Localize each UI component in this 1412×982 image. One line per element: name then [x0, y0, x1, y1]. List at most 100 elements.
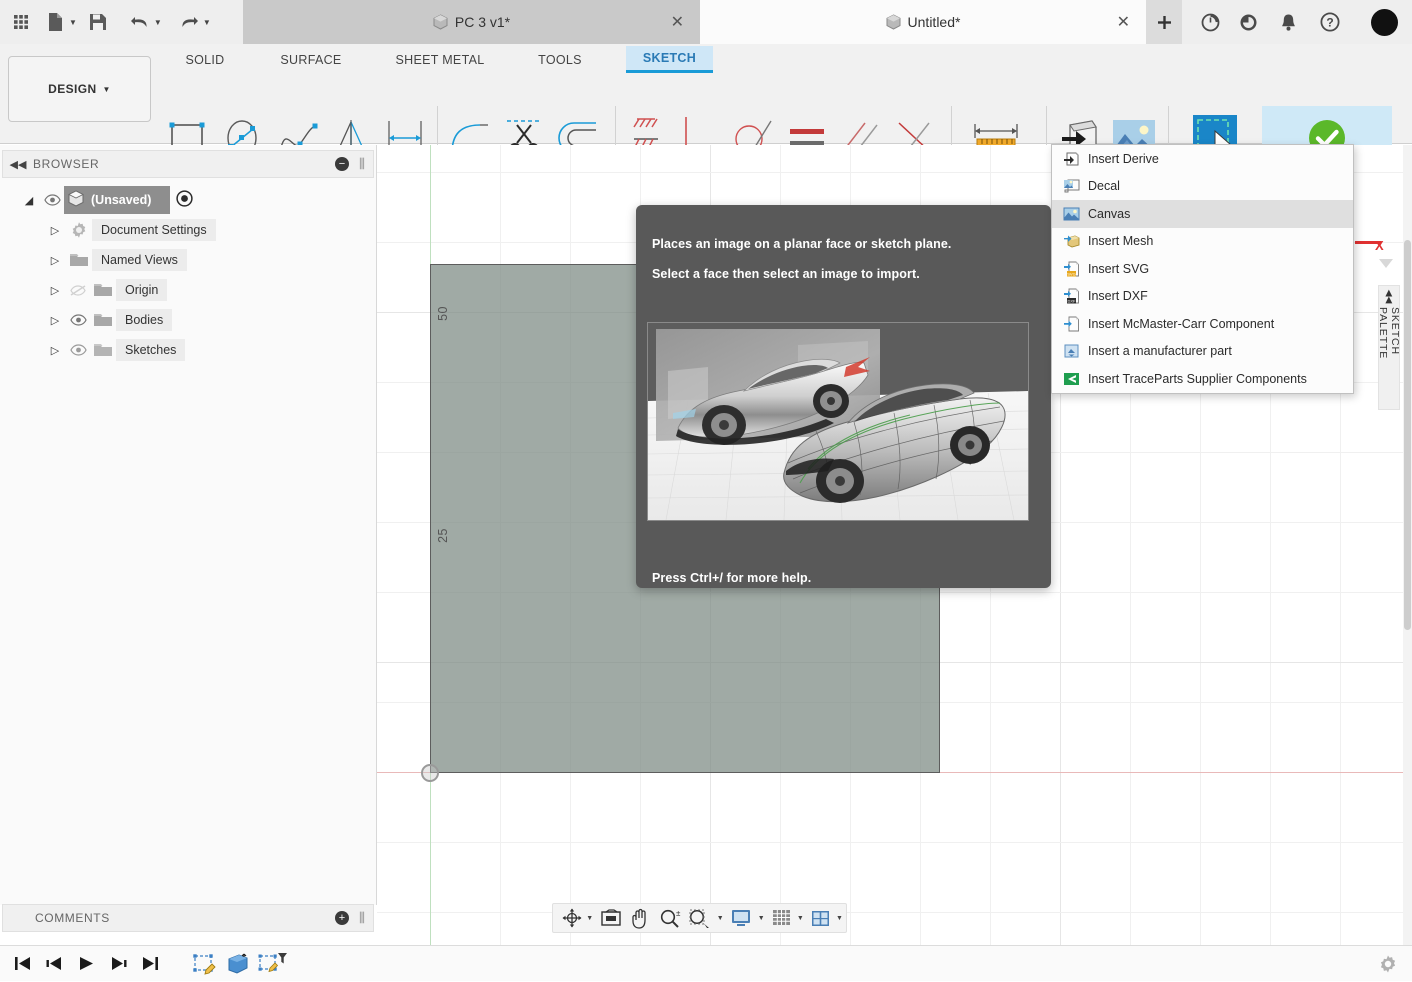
menu-item-insert-traceparts[interactable]: Insert TraceParts Supplier Components [1052, 365, 1353, 393]
expand-arrow-icon[interactable]: ▷ [44, 344, 66, 357]
help-icon[interactable]: ? [1310, 0, 1350, 44]
display-settings-icon[interactable] [727, 903, 756, 933]
sketch-origin-point[interactable] [421, 764, 439, 782]
visibility-eye-icon[interactable] [66, 314, 90, 326]
expand-arrow-icon[interactable]: ▷ [44, 314, 66, 327]
browser-item-document-settings[interactable]: ▷ Document Settings [44, 215, 216, 245]
browser-item-root[interactable]: ◢ (Unsaved) [18, 185, 194, 215]
redo-icon[interactable] [172, 0, 206, 44]
tab-sketch[interactable]: SKETCH [626, 46, 713, 73]
insert-dropdown-menu[interactable]: Insert Derive Decal Canvas Insert Mesh S… [1051, 144, 1354, 394]
grid-snap-caret-icon[interactable]: ▼ [797, 915, 804, 922]
browser-item-bodies[interactable]: ▷ Bodies [44, 305, 173, 335]
gear-icon[interactable] [1378, 946, 1398, 982]
orbit-icon[interactable] [559, 903, 584, 933]
visibility-eye-icon[interactable] [66, 344, 90, 356]
expand-arrow-icon[interactable]: ▷ [44, 254, 66, 267]
menu-item-insert-mesh[interactable]: Insert Mesh [1052, 228, 1353, 256]
collapse-left-icon[interactable]: ◀◀ [3, 158, 33, 171]
viewports-icon[interactable] [807, 903, 834, 933]
display-settings-caret-icon[interactable]: ▼ [758, 915, 765, 922]
tab-solid[interactable]: SOLID [160, 48, 250, 71]
redo-caret-icon[interactable]: ▼ [203, 0, 211, 44]
menu-item-insert-manufacturer-part[interactable]: Insert a manufacturer part [1052, 338, 1353, 366]
recent-activity-icon[interactable] [1228, 0, 1268, 44]
zoom-window-caret-icon[interactable]: ▼ [717, 915, 724, 922]
document-tab-2-close-icon[interactable]: ✕ [1117, 0, 1130, 44]
play-icon[interactable] [70, 946, 102, 982]
new-tab-button[interactable] [1146, 0, 1182, 44]
zoom-icon[interactable]: ± [654, 903, 685, 933]
tab-surface[interactable]: SURFACE [265, 48, 357, 71]
tab-solid-label: SOLID [185, 52, 225, 67]
activate-component-radio[interactable] [176, 190, 194, 210]
notifications-bell-icon[interactable] [1268, 0, 1308, 44]
save-icon[interactable] [81, 0, 115, 44]
svg-text:±: ± [676, 909, 681, 918]
browser-item-origin[interactable]: ▷ Origin [44, 275, 168, 305]
grid-snap-icon[interactable] [768, 903, 795, 933]
menu-item-insert-mcmaster-carr[interactable]: Insert McMaster-Carr Component [1052, 310, 1353, 338]
browser-item-bodies-label: Bodies [116, 309, 173, 331]
menu-item-insert-mesh-label: Insert Mesh [1088, 234, 1154, 249]
visibility-eye-icon[interactable] [40, 194, 64, 206]
extrude-feature-icon[interactable] [222, 946, 254, 982]
grip-icon[interactable]: ⫼ [359, 156, 365, 172]
tab-tools[interactable]: TOOLS [519, 48, 601, 71]
expand-arrow-icon[interactable]: ▷ [44, 224, 66, 237]
step-forward-icon[interactable] [102, 946, 134, 982]
document-tab-1[interactable]: PC 3 v1* ✕ [243, 0, 700, 44]
canvas-vertical-scrollbar[interactable] [1403, 145, 1412, 945]
app-grid-icon[interactable] [4, 0, 38, 44]
scrollbar-thumb[interactable] [1404, 240, 1411, 630]
tooltip-preview-image [647, 322, 1029, 521]
document-tab-2[interactable]: Untitled* ✕ [700, 0, 1146, 44]
step-back-icon[interactable] [38, 946, 70, 982]
browser-item-named-views[interactable]: ▷ Named Views [44, 245, 187, 275]
orbit-caret-icon[interactable]: ▼ [586, 915, 593, 922]
visibility-eye-off-icon[interactable] [66, 284, 90, 297]
collapse-right-icon[interactable]: ◀◀ [1384, 290, 1395, 304]
go-to-beginning-icon[interactable] [6, 946, 38, 982]
menu-item-decal-label: Decal [1088, 179, 1120, 194]
go-to-end-icon[interactable] [134, 946, 166, 982]
sketch-feature-icon[interactable] [188, 946, 222, 982]
insert-derive-icon [1060, 150, 1082, 168]
menu-item-insert-dxf[interactable]: DXF Insert DXF [1052, 283, 1353, 311]
pan-hand-icon[interactable] [625, 903, 654, 933]
viewports-caret-icon[interactable]: ▼ [836, 915, 843, 922]
component-cube-icon [68, 190, 84, 210]
zoom-window-icon[interactable] [686, 903, 715, 933]
expand-arrow-icon[interactable]: ▷ [44, 284, 66, 297]
user-avatar[interactable] [1371, 9, 1398, 36]
new-file-caret-icon[interactable]: ▼ [69, 0, 77, 44]
look-at-icon[interactable] [596, 903, 625, 933]
new-file-icon[interactable] [38, 0, 72, 44]
expand-arrow-icon[interactable]: ◢ [18, 194, 40, 207]
undo-icon[interactable] [123, 0, 157, 44]
browser-header[interactable]: ◀◀ BROWSER − ⫼ [2, 150, 374, 178]
job-status-icon[interactable] [1190, 0, 1230, 44]
minus-circle-icon[interactable]: − [335, 157, 349, 171]
grip-icon[interactable]: ⫼ [359, 910, 365, 926]
document-tab-2-label: Untitled* [907, 14, 961, 30]
menu-item-decal[interactable]: Decal [1052, 173, 1353, 201]
document-tab-1-close-icon[interactable]: ✕ [671, 0, 684, 44]
insert-dxf-icon: DXF [1060, 287, 1082, 305]
tooltip-line-1: Places an image on a planar face or sket… [652, 237, 952, 251]
tab-sheet-metal[interactable]: SHEET METAL [373, 48, 507, 71]
undo-caret-icon[interactable]: ▼ [154, 0, 162, 44]
menu-item-insert-svg[interactable]: SVG Insert SVG [1052, 255, 1353, 283]
ribbon-toolbar: DESIGN ▼ SOLID SURFACE SHEET METAL TOOLS… [0, 44, 1412, 188]
browser-item-origin-label: Origin [116, 279, 168, 301]
menu-item-canvas-label: Canvas [1088, 206, 1131, 221]
menu-item-insert-dxf-label: Insert DXF [1088, 289, 1148, 304]
sketch-filter-icon[interactable] [254, 946, 292, 982]
sketch-palette-tab[interactable]: ◀◀ SKETCH PALETTE [1377, 285, 1401, 410]
workspace-switcher-button[interactable]: DESIGN ▼ [8, 56, 151, 122]
comments-panel-header[interactable]: COMMENTS + ⫼ [2, 904, 374, 932]
menu-item-insert-derive[interactable]: Insert Derive [1052, 145, 1353, 173]
browser-item-sketches[interactable]: ▷ Sketches [44, 335, 186, 365]
menu-item-canvas[interactable]: Canvas [1052, 200, 1353, 228]
plus-circle-icon[interactable]: + [335, 911, 349, 925]
